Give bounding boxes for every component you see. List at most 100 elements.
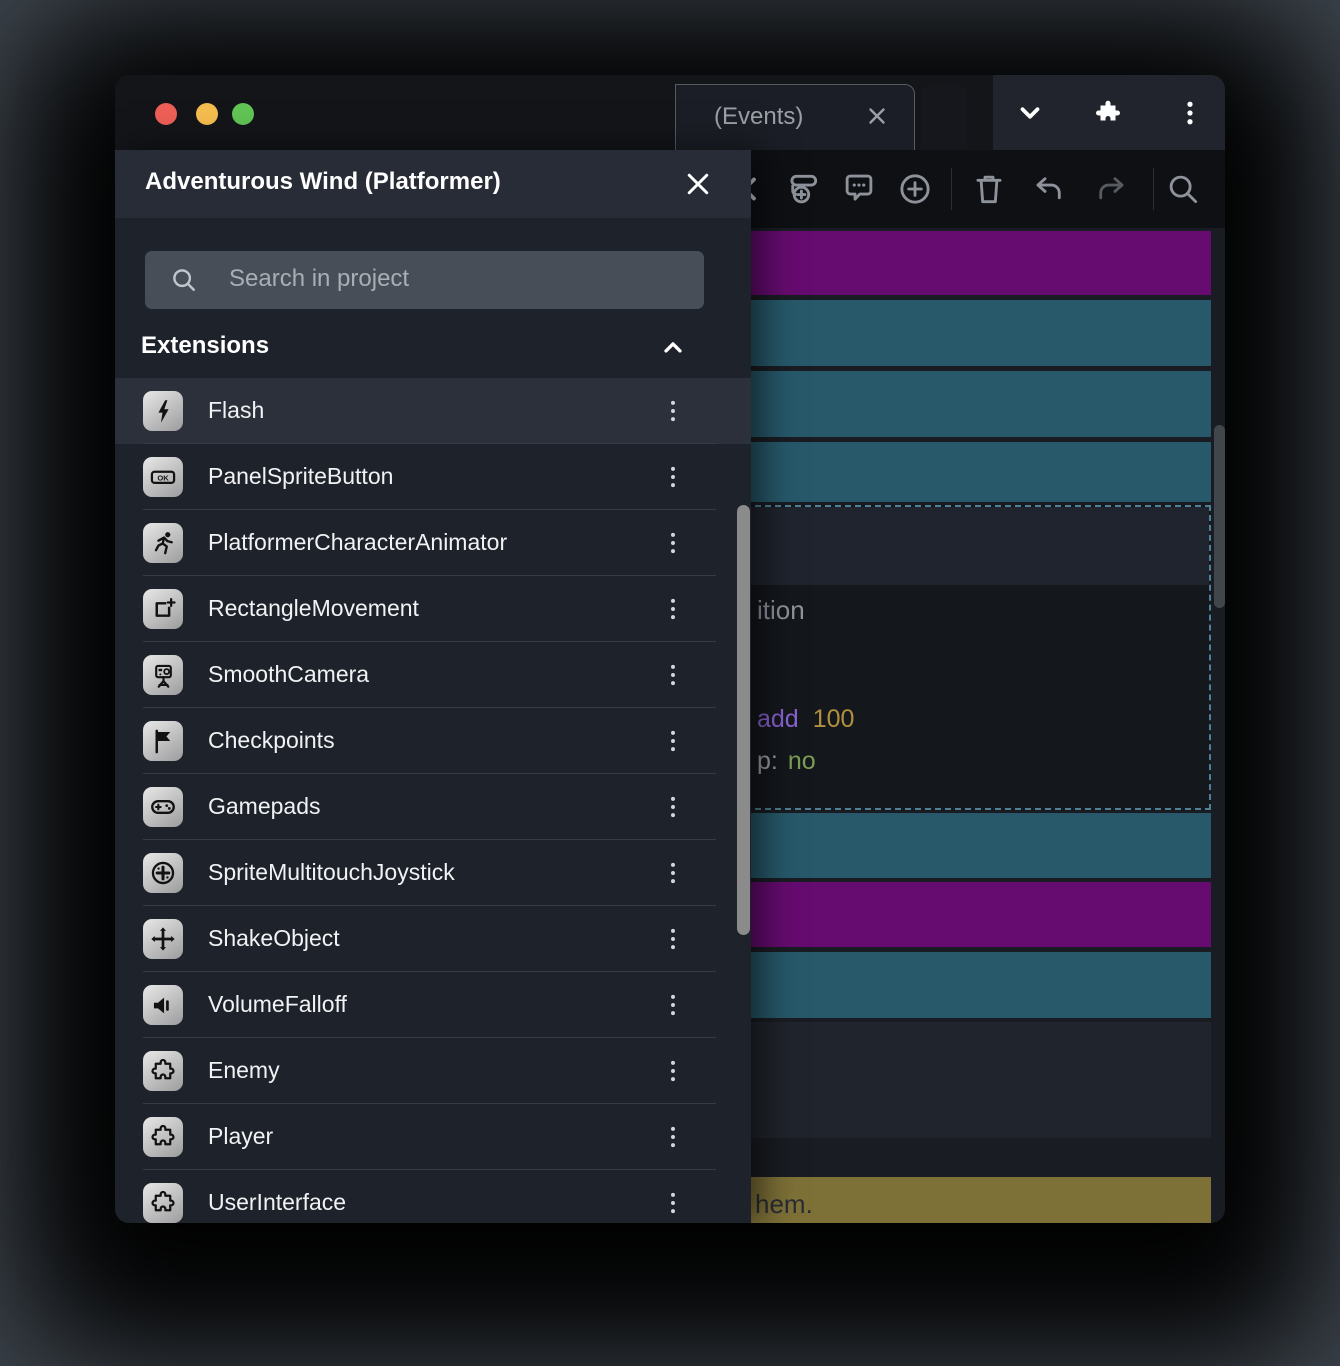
- event-rows: ition add 100 p: no hem.: [675, 228, 1211, 1223]
- extension-item-label: Enemy: [208, 1057, 280, 1083]
- extension-item-label: Checkpoints: [208, 727, 335, 753]
- action-value: 100: [812, 705, 855, 733]
- add-event-icon[interactable]: [896, 170, 934, 208]
- item-menu-kebab-icon[interactable]: [659, 659, 687, 691]
- item-menu-kebab-icon[interactable]: [659, 461, 687, 493]
- list-item-shakeobject[interactable]: ShakeObject: [115, 906, 751, 972]
- list-item-userinterface[interactable]: UserInterface: [115, 1170, 751, 1223]
- undo-icon[interactable]: [1030, 170, 1068, 208]
- item-menu-kebab-icon[interactable]: [659, 593, 687, 625]
- tab-events[interactable]: (Events): [675, 84, 915, 150]
- close-window-button[interactable]: [155, 103, 177, 125]
- search-icon: [169, 265, 199, 295]
- search-input[interactable]: Search in project: [145, 251, 704, 309]
- comment-event-row[interactable]: hem.: [675, 1177, 1211, 1223]
- chevron-up-icon[interactable]: [659, 334, 687, 362]
- add-sub-event-icon[interactable]: [784, 170, 822, 208]
- list-item-volumefalloff[interactable]: VolumeFalloff: [115, 972, 751, 1038]
- project-manager-drawer: Adventurous Wind (Platformer) Search in …: [115, 150, 751, 1223]
- list-item-enemy[interactable]: Enemy: [115, 1038, 751, 1104]
- puzzle-piece-icon: [143, 1051, 183, 1091]
- speaker-icon: [143, 985, 183, 1025]
- event-row[interactable]: [675, 371, 1211, 437]
- event-row[interactable]: [675, 813, 1211, 878]
- event-row[interactable]: [675, 882, 1211, 947]
- browser-controls: [993, 75, 1225, 152]
- extension-item-label: SpriteMultitouchJoystick: [208, 859, 455, 885]
- redo-icon[interactable]: [1092, 170, 1130, 208]
- item-menu-kebab-icon[interactable]: [659, 857, 687, 889]
- toolbar-divider: [1153, 168, 1154, 210]
- event-text: ition: [757, 595, 805, 625]
- tab-label: (Events): [714, 103, 804, 130]
- event-action-text: add 100: [757, 705, 854, 734]
- event-row[interactable]: [675, 1022, 1211, 1138]
- event-prop-text: p: no: [757, 747, 816, 776]
- gamepad-icon: [143, 787, 183, 827]
- extension-item-label: Gamepads: [208, 793, 321, 819]
- extension-item-label: RectangleMovement: [208, 595, 419, 621]
- event-row[interactable]: [675, 442, 1211, 502]
- flag-icon: [143, 721, 183, 761]
- event-row[interactable]: [675, 300, 1211, 366]
- ok-button-icon: OK: [143, 457, 183, 497]
- search-placeholder: Search in project: [229, 265, 410, 292]
- search-icon[interactable]: [1164, 170, 1202, 208]
- list-item-rectanglemovement[interactable]: RectangleMovement: [115, 576, 751, 642]
- tab-edge-shape: [921, 84, 967, 150]
- event-row[interactable]: [675, 231, 1211, 295]
- rectangle-plus-icon: [143, 589, 183, 629]
- kebab-menu-icon[interactable]: [1175, 98, 1205, 128]
- puzzle-extension-icon[interactable]: [1093, 98, 1123, 128]
- app-window: (Events) ition add 100 p: no hem. Advent…: [115, 75, 1225, 1223]
- event-row[interactable]: [675, 952, 1211, 1018]
- extension-item-label: Player: [208, 1123, 274, 1149]
- close-drawer-icon[interactable]: [683, 169, 713, 199]
- item-menu-kebab-icon[interactable]: [659, 1187, 687, 1219]
- action-keyword: add: [757, 705, 799, 733]
- item-menu-kebab-icon[interactable]: [659, 725, 687, 757]
- item-menu-kebab-icon[interactable]: [659, 791, 687, 823]
- list-item-player[interactable]: Player: [115, 1104, 751, 1170]
- tab-close-icon[interactable]: [864, 103, 890, 129]
- move-arrows-icon: [143, 919, 183, 959]
- extensions-section-header[interactable]: Extensions: [115, 328, 751, 370]
- item-menu-kebab-icon[interactable]: [659, 923, 687, 955]
- section-label: Extensions: [141, 332, 270, 359]
- prop-value: no: [787, 747, 816, 775]
- prop-label: p:: [757, 747, 778, 775]
- flash-bolt-icon: [143, 391, 183, 431]
- list-item-checkpoints[interactable]: Checkpoints: [115, 708, 751, 774]
- zoom-window-button[interactable]: [232, 103, 254, 125]
- extension-item-label: VolumeFalloff: [208, 991, 347, 1017]
- events-scrollbar-thumb[interactable]: [1214, 425, 1225, 608]
- extension-item-label: PanelSpriteButton: [208, 463, 394, 489]
- chevron-down-icon[interactable]: [1015, 98, 1045, 128]
- extension-item-label: UserInterface: [208, 1189, 347, 1215]
- minimize-window-button[interactable]: [196, 103, 218, 125]
- list-item-gamepads[interactable]: Gamepads: [115, 774, 751, 840]
- extension-item-label: ShakeObject: [208, 925, 340, 951]
- extensions-list: Flash OK PanelSpriteButton PlatformerCha…: [115, 378, 751, 1223]
- drawer-scrollbar-thumb[interactable]: [737, 505, 750, 935]
- list-item-smoothcamera[interactable]: SmoothCamera: [115, 642, 751, 708]
- item-menu-kebab-icon[interactable]: [659, 395, 687, 427]
- selected-event-block[interactable]: ition add 100 p: no: [675, 505, 1211, 810]
- extension-item-label: Flash: [208, 397, 265, 423]
- item-menu-kebab-icon[interactable]: [659, 989, 687, 1021]
- add-comment-icon[interactable]: [840, 170, 878, 208]
- list-item-spritemultitouchjoystick[interactable]: SpriteMultitouchJoystick: [115, 840, 751, 906]
- list-item-platformercharacteranimator[interactable]: PlatformerCharacterAnimator: [115, 510, 751, 576]
- puzzle-piece-icon: [143, 1117, 183, 1157]
- comment-text: hem.: [755, 1189, 813, 1219]
- event-condition-area: [677, 507, 1209, 585]
- extension-item-label: PlatformerCharacterAnimator: [208, 529, 508, 555]
- item-menu-kebab-icon[interactable]: [659, 1055, 687, 1087]
- item-menu-kebab-icon[interactable]: [659, 1121, 687, 1153]
- item-menu-kebab-icon[interactable]: [659, 527, 687, 559]
- titlebar: (Events): [115, 75, 1225, 152]
- list-item-panelspritebutton[interactable]: OK PanelSpriteButton: [115, 444, 751, 510]
- joystick-dpad-icon: [143, 853, 183, 893]
- list-item-flash[interactable]: Flash: [115, 378, 751, 444]
- delete-icon[interactable]: [970, 170, 1008, 208]
